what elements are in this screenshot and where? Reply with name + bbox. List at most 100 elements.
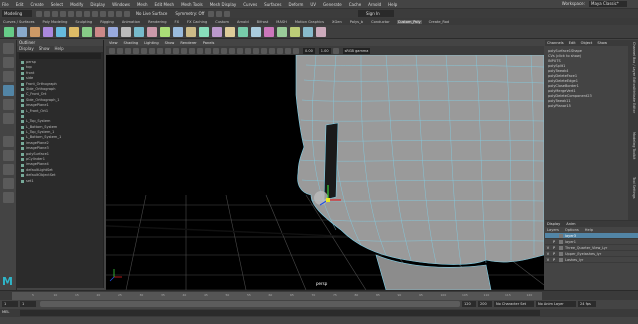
layer-menu-item[interactable]: Help: [585, 227, 593, 233]
shelf-tool-icon[interactable]: [238, 26, 248, 37]
shelf-tab[interactable]: Motion Graphics: [294, 20, 325, 24]
menu-arnold[interactable]: Arnold: [368, 2, 381, 7]
channel-box-menu-item[interactable]: Object: [581, 40, 593, 46]
outliner-layout-icon[interactable]: [3, 192, 14, 203]
depth-of-field-icon[interactable]: [261, 47, 267, 54]
shelf-tab[interactable]: Custom_Poly: [396, 19, 422, 24]
camera-lock-icon[interactable]: [117, 47, 123, 54]
select-tool-icon[interactable]: [3, 43, 14, 54]
menu-select[interactable]: Select: [51, 2, 63, 7]
shelf-tool-icon[interactable]: [303, 26, 313, 37]
symmetry-select[interactable]: Symmetry: Off: [175, 11, 204, 16]
render-icon[interactable]: [208, 10, 215, 17]
shelf-tab[interactable]: Sculpting: [74, 20, 93, 24]
menu-mesh-tools[interactable]: Mesh Tools: [181, 2, 203, 7]
rotate-tool-icon[interactable]: [3, 99, 14, 110]
shelf-tool-icon[interactable]: [134, 26, 144, 37]
textured-icon[interactable]: [213, 47, 219, 54]
lasso-tool-icon[interactable]: [3, 57, 14, 68]
camera-attributes-icon[interactable]: [109, 47, 115, 54]
shelf-tool-icon[interactable]: [251, 26, 261, 37]
channel-box-menu-item[interactable]: Show: [597, 40, 607, 46]
shelf-tab[interactable]: Curves / Surfaces: [2, 20, 36, 24]
new-scene-icon[interactable]: [36, 10, 42, 17]
shelf-tool-icon[interactable]: [108, 26, 118, 37]
undo-icon[interactable]: [60, 10, 66, 17]
render-settings-icon[interactable]: [224, 10, 231, 17]
snap-grid-icon[interactable]: [100, 10, 106, 17]
layer-color-swatch[interactable]: [559, 239, 563, 244]
shelf-tool-icon[interactable]: [30, 26, 40, 37]
time-slider-track[interactable]: 5 10 15 20 25 30 35 40 45 50 55 60 65 70 75 80 85 90 95 100…: [12, 292, 542, 300]
playback-end-field[interactable]: 120: [462, 301, 476, 307]
scale-tool-icon[interactable]: [3, 113, 14, 124]
field-chart-icon[interactable]: [173, 47, 179, 54]
snap-point-icon[interactable]: [116, 10, 122, 17]
menu-cache[interactable]: Cache: [349, 2, 361, 7]
shelf-tab[interactable]: Poly Modeling: [42, 20, 69, 24]
layer-playback-toggle[interactable]: P: [551, 252, 557, 256]
layer-playback-toggle[interactable]: P: [551, 258, 557, 262]
open-scene-icon[interactable]: [44, 10, 50, 17]
wireframe-icon[interactable]: [189, 47, 195, 54]
menu-create[interactable]: Create: [30, 2, 43, 7]
outliner-item[interactable]: set1: [17, 179, 103, 184]
layer-menu-item[interactable]: Options: [565, 227, 579, 233]
shelf-tab[interactable]: Create_Rod: [428, 20, 451, 24]
viewport-menu-renderer[interactable]: Renderer: [180, 41, 196, 45]
shelf-tool-icon[interactable]: [95, 26, 105, 37]
far-clip-field[interactable]: 1.00: [318, 47, 331, 54]
shelf-tool-icon[interactable]: [316, 26, 326, 37]
shelf-tool-icon[interactable]: [186, 26, 196, 37]
playback-start-field[interactable]: 1: [20, 301, 36, 307]
shelf-tab[interactable]: Rigging: [99, 20, 115, 24]
viewport-menu-lighting[interactable]: Lighting: [144, 41, 159, 45]
channel-box-node[interactable]: polyPlanar15: [545, 104, 628, 109]
resolution-gate-icon[interactable]: [157, 47, 163, 54]
shelf-tool-icon[interactable]: [277, 26, 287, 37]
ipr-render-icon[interactable]: [216, 10, 223, 17]
outliner-menu-item[interactable]: Show: [39, 46, 50, 52]
layer-color-swatch[interactable]: [559, 257, 563, 262]
animation-end-field[interactable]: 200: [478, 301, 492, 307]
layer-playback-toggle[interactable]: P: [551, 240, 557, 244]
animation-start-field[interactable]: 1: [2, 301, 18, 307]
save-scene-icon[interactable]: [52, 10, 58, 17]
single-layout-icon[interactable]: [3, 136, 14, 147]
grid-toggle-icon[interactable]: [141, 47, 147, 54]
shelf-tab[interactable]: Polys_b: [349, 20, 364, 24]
menu-edit[interactable]: Edit: [16, 2, 24, 7]
motion-blur-icon[interactable]: [245, 47, 251, 54]
shelf-tool-icon[interactable]: [82, 26, 92, 37]
sign-in-button[interactable]: Sign In: [358, 10, 394, 17]
near-clip-field[interactable]: 0.00: [303, 47, 315, 54]
menu-uv[interactable]: UV: [310, 2, 316, 7]
shelf-tool-icon[interactable]: [147, 26, 157, 37]
workspace-select[interactable]: Maya Classic*: [589, 1, 627, 7]
side-tab[interactable]: Tool Settings: [632, 177, 636, 199]
xray-icon[interactable]: [277, 47, 283, 54]
perspective-viewport[interactable]: persp: [106, 55, 544, 290]
shelf-tool-icon[interactable]: [17, 26, 27, 37]
move-tool-icon[interactable]: [3, 85, 14, 96]
shelf-tab[interactable]: Conductor: [370, 20, 391, 24]
range-slider-bar[interactable]: [40, 301, 460, 307]
persp-graph-layout-icon[interactable]: [3, 178, 14, 189]
menu-display[interactable]: Display: [90, 2, 105, 7]
shelf-tool-icon[interactable]: [212, 26, 222, 37]
layer-menu-item[interactable]: Layers: [547, 227, 559, 233]
layer-row[interactable]: V P Lashes_lyr: [545, 257, 638, 263]
redo-icon[interactable]: [68, 10, 74, 17]
menu-windows[interactable]: Windows: [112, 2, 130, 7]
shelf-tab[interactable]: MASH: [275, 20, 288, 24]
move-center-handle[interactable]: [326, 198, 330, 202]
xray-joints-icon[interactable]: [285, 47, 291, 54]
viewport-menu-show[interactable]: Show: [165, 41, 175, 45]
outliner-menu-item[interactable]: Display: [19, 46, 34, 52]
shelf-tool-icon[interactable]: [173, 26, 183, 37]
snap-surface-icon[interactable]: [124, 10, 130, 17]
paint-select-tool-icon[interactable]: [3, 71, 14, 82]
character-set-select[interactable]: No Character Set: [494, 301, 534, 307]
persp-outliner-layout-icon[interactable]: [3, 164, 14, 175]
menu-help[interactable]: Help: [388, 2, 397, 7]
